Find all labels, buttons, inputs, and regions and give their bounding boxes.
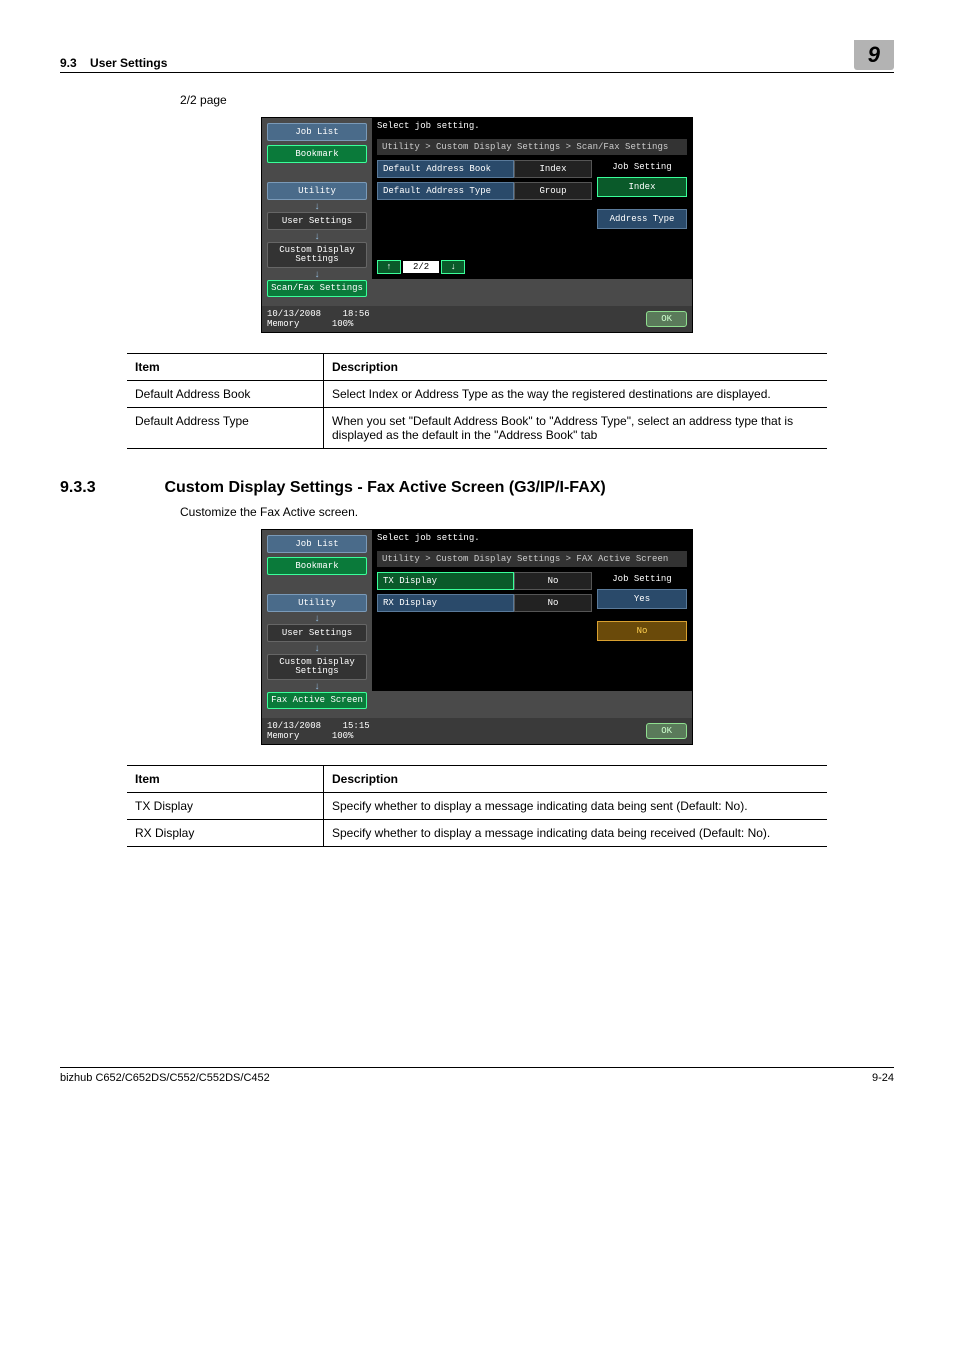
arrow-down-icon: ↓: [267, 616, 367, 624]
index-button[interactable]: Index: [597, 177, 687, 197]
default-address-type-value: Group: [514, 182, 592, 200]
cell-desc: Specify whether to display a message ind…: [324, 820, 828, 847]
table-header-desc: Description: [324, 354, 828, 381]
footer-memory-label: Memory: [267, 731, 299, 741]
page-header: 9.3 User Settings 9: [60, 40, 894, 73]
footer-time: 15:15: [343, 721, 370, 731]
table-row: RX Display Specify whether to display a …: [127, 820, 827, 847]
footer-time: 18:56: [343, 309, 370, 319]
arrow-down-icon: ↓: [267, 684, 367, 692]
user-settings-crumb[interactable]: User Settings: [267, 212, 367, 230]
section-heading: 9.3.3 Custom Display Settings - Fax Acti…: [60, 479, 894, 497]
address-type-button[interactable]: Address Type: [597, 209, 687, 229]
page-up-button[interactable]: ↑: [377, 260, 401, 274]
cell-desc: Select Index or Address Type as the way …: [324, 381, 828, 408]
table-row: Default Address Book Select Index or Add…: [127, 381, 827, 408]
no-button[interactable]: No: [597, 621, 687, 641]
arrow-down-icon: ↓: [267, 646, 367, 654]
page-footer: bizhub C652/C652DS/C552/C552DS/C452 9-24: [60, 1067, 894, 1084]
section-title: User Settings: [90, 56, 167, 70]
cell-item: Default Address Type: [127, 408, 324, 449]
arrow-down-icon: ↓: [267, 204, 367, 212]
default-address-book-label: Default Address Book: [377, 160, 514, 178]
chapter-tab: 9: [854, 40, 894, 70]
page-down-button[interactable]: ↓: [441, 260, 465, 274]
cell-item: RX Display: [127, 820, 324, 847]
section-number: 9.3.3: [60, 479, 160, 497]
panel-instruction: Select job setting.: [372, 118, 692, 134]
table-header-desc: Description: [324, 766, 828, 793]
default-address-book-value: Index: [514, 160, 592, 178]
footer-date: 10/13/2008: [267, 721, 321, 731]
pager: ↑ 2/2 ↓: [377, 260, 592, 274]
breadcrumb: Utility > Custom Display Settings > Scan…: [377, 139, 687, 155]
ok-button[interactable]: OK: [646, 723, 687, 739]
rx-display-label: RX Display: [377, 594, 514, 612]
utility-crumb[interactable]: Utility: [267, 594, 367, 612]
footer-memory-label: Memory: [267, 319, 299, 329]
custom-display-crumb[interactable]: Custom Display Settings: [267, 242, 367, 268]
arrow-down-icon: ↓: [267, 272, 367, 280]
table-scanfax: Item Description Default Address Book Se…: [127, 353, 827, 449]
fax-active-crumb[interactable]: Fax Active Screen: [267, 692, 367, 709]
footer-date: 10/13/2008: [267, 309, 321, 319]
bookmark-tab[interactable]: Bookmark: [267, 145, 367, 163]
default-address-type-label: Default Address Type: [377, 182, 514, 200]
tx-display-label: TX Display: [377, 572, 514, 590]
page-indicator: 2/2 page: [180, 93, 894, 107]
bookmark-tab[interactable]: Bookmark: [267, 557, 367, 575]
panel-footer: 10/13/2008 15:15 Memory 100% OK: [262, 718, 692, 744]
job-list-tab[interactable]: Job List: [267, 123, 367, 141]
user-settings-crumb[interactable]: User Settings: [267, 624, 367, 642]
arrow-down-icon: ↓: [267, 234, 367, 242]
cell-item: TX Display: [127, 793, 324, 820]
footer-memory: 100%: [332, 731, 354, 741]
yes-button[interactable]: Yes: [597, 589, 687, 609]
job-list-tab[interactable]: Job List: [267, 535, 367, 553]
table-header-item: Item: [127, 354, 324, 381]
custom-display-crumb[interactable]: Custom Display Settings: [267, 654, 367, 680]
breadcrumb: Utility > Custom Display Settings > FAX …: [377, 551, 687, 567]
table-row: Default Address Type When you set "Defau…: [127, 408, 827, 449]
panel-instruction: Select job setting.: [372, 530, 692, 546]
utility-crumb[interactable]: Utility: [267, 182, 367, 200]
page-number: 2/2: [403, 261, 439, 273]
scanfax-crumb[interactable]: Scan/Fax Settings: [267, 280, 367, 297]
footer-model: bizhub C652/C652DS/C552/C552DS/C452: [60, 1072, 270, 1084]
job-setting-header: Job Setting: [597, 572, 687, 586]
footer-pagenum: 9-24: [872, 1072, 894, 1084]
cell-desc: When you set "Default Address Book" to "…: [324, 408, 828, 449]
ok-button[interactable]: OK: [646, 311, 687, 327]
table-row: TX Display Specify whether to display a …: [127, 793, 827, 820]
table-faxactive: Item Description TX Display Specify whet…: [127, 765, 827, 847]
section-number: 9.3: [60, 56, 77, 70]
tx-display-value: No: [514, 572, 592, 590]
section-title: Custom Display Settings - Fax Active Scr…: [164, 479, 605, 496]
job-setting-header: Job Setting: [597, 160, 687, 174]
table-header-item: Item: [127, 766, 324, 793]
screenshot-scanfax: Job List Bookmark Utility ↓ User Setting…: [261, 117, 693, 333]
footer-memory: 100%: [332, 319, 354, 329]
rx-display-value: No: [514, 594, 592, 612]
screenshot-faxactive: Job List Bookmark Utility ↓ User Setting…: [261, 529, 693, 745]
cell-desc: Specify whether to display a message ind…: [324, 793, 828, 820]
cell-item: Default Address Book: [127, 381, 324, 408]
section-body: Customize the Fax Active screen.: [180, 505, 894, 519]
panel-footer: 10/13/2008 18:56 Memory 100% OK: [262, 306, 692, 332]
